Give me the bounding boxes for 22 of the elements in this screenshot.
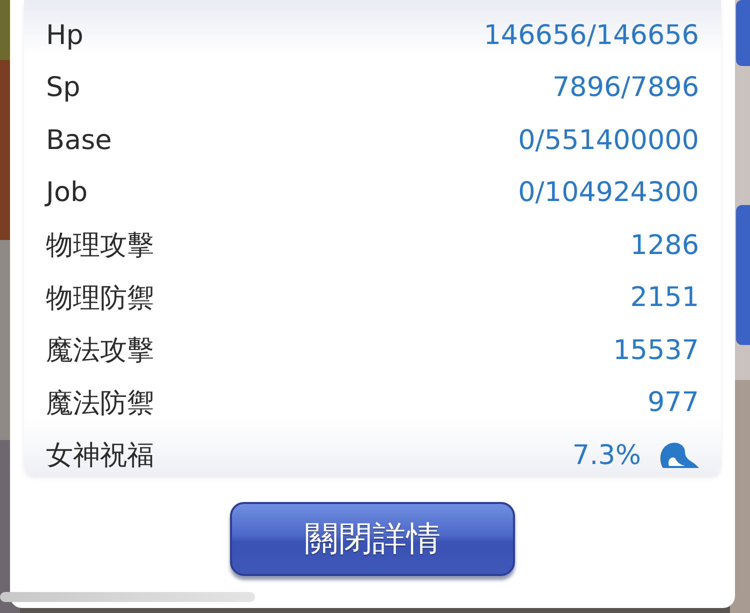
stat-label: 魔法防禦 [46,386,154,421]
stat-label: Job [46,177,88,208]
stat-value: 15537 [613,334,699,366]
stat-value: 977 [647,387,699,418]
stat-value: 7896/7896 [552,72,699,104]
side-tab[interactable] [736,0,750,66]
stat-value: 7.3% [572,440,641,471]
stat-value: 1286 [630,230,699,261]
stat-label: Base [46,124,112,156]
stat-label: 物理防禦 [46,282,154,316]
stat-label: Hp [46,20,84,51]
stat-value: 2151 [630,282,699,314]
stat-value: 146656/146656 [484,20,699,51]
close-details-button[interactable]: 關閉詳情 [230,502,515,576]
stat-value: 0/551400000 [518,124,699,156]
stat-label: 物理攻擊 [46,229,154,264]
stat-label: 魔法攻擊 [46,334,154,368]
stat-label: 女神祝福 [46,439,154,474]
stat-value: 0/104924300 [518,177,699,208]
side-tab[interactable] [736,205,750,345]
scrollbar[interactable] [0,592,255,602]
stat-label: Sp [46,72,80,104]
